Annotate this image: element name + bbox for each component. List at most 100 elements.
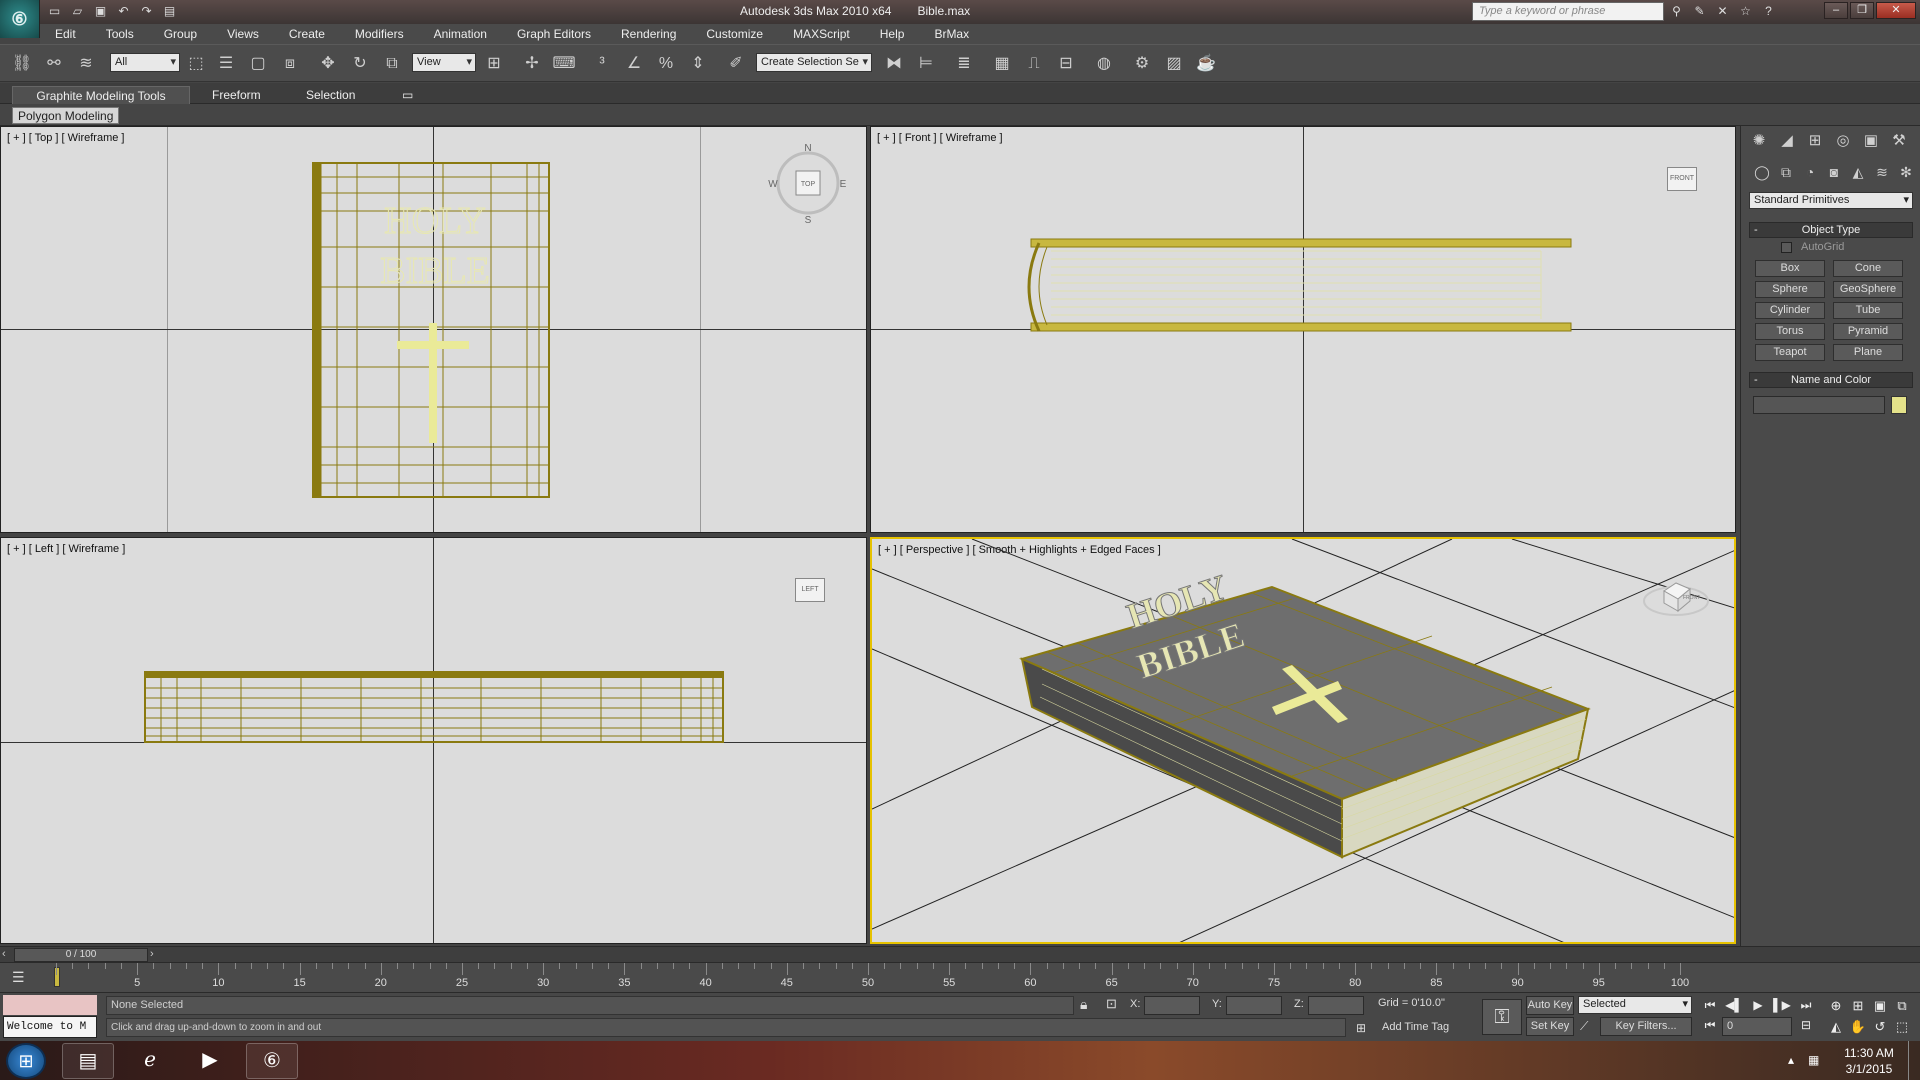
object-color-swatch[interactable] (1891, 396, 1907, 414)
torus-button[interactable]: Torus (1755, 323, 1825, 340)
select-by-name-icon[interactable]: ☰ (214, 53, 238, 75)
time-slider-thumb[interactable]: 0 / 100 (14, 948, 148, 962)
selection-filter-dropdown[interactable]: All (110, 53, 180, 72)
zoom-icon[interactable]: ⊕ (1826, 996, 1846, 1015)
zoom-all-icon[interactable]: ⊞ (1848, 996, 1868, 1015)
redo-icon[interactable]: ↷ (138, 3, 155, 20)
orbit-icon[interactable]: ↺ (1870, 1017, 1890, 1036)
subscription-icon[interactable]: ✎ (1691, 3, 1708, 20)
previous-frame-icon[interactable]: ◀▌ (1724, 997, 1744, 1014)
maxscript-mini-listener[interactable]: Welcome to M (3, 1016, 97, 1038)
default-in-out-tangents-icon[interactable]: ⟋ (1580, 1019, 1588, 1034)
reference-coordinate-dropdown[interactable]: View (412, 53, 476, 72)
object-category-dropdown[interactable]: Standard Primitives (1749, 192, 1913, 209)
menu-animation[interactable]: Animation (419, 27, 502, 41)
selection-lock-icon[interactable]: 🔒︎ (1080, 996, 1087, 1013)
3ds-max-task-icon[interactable]: ⑥ (246, 1043, 298, 1079)
absolute-mode-icon[interactable]: ⊡ (1106, 996, 1117, 1012)
favorites-star-icon[interactable]: ☆ (1737, 3, 1754, 20)
polygon-modeling-panel-button[interactable]: Polygon Modeling (12, 107, 120, 124)
geosphere-button[interactable]: GeoSphere (1833, 281, 1903, 298)
ribbon-options-icon[interactable]: ▭ (392, 86, 423, 104)
pivot-center-icon[interactable]: ⊞ (482, 53, 506, 75)
time-tag-icon[interactable]: ⊞ (1356, 1021, 1366, 1035)
named-selection-dropdown[interactable]: Create Selection Se (756, 53, 872, 72)
curve-editor-icon[interactable]: ⎍ (1022, 53, 1046, 75)
zoom-extents-all-icon[interactable]: ⧉ (1892, 996, 1912, 1015)
layer-manager-icon[interactable]: ≣ (952, 53, 976, 75)
helpers-icon[interactable]: ◭ (1847, 162, 1869, 182)
viewport-perspective[interactable]: [ + ] [ Perspective ] [ Smooth + Highlig… (870, 537, 1736, 944)
geometry-icon[interactable]: ◯ (1751, 162, 1773, 182)
select-and-rotate-icon[interactable]: ↻ (348, 53, 372, 75)
time-slider[interactable]: ‹ 0 / 100 › (0, 946, 1920, 962)
tube-button[interactable]: Tube (1833, 302, 1903, 319)
add-time-tag-button[interactable]: Add Time Tag (1382, 1021, 1449, 1033)
name-and-color-rollout[interactable]: - Name and Color (1749, 372, 1913, 388)
new-file-icon[interactable]: ▭ (46, 3, 63, 20)
sphere-button[interactable]: Sphere (1755, 281, 1825, 298)
set-key-button[interactable]: Set Key (1526, 1017, 1574, 1036)
menu-rendering[interactable]: Rendering (606, 27, 691, 41)
menu-group[interactable]: Group (149, 27, 212, 41)
object-type-rollout[interactable]: - Object Type (1749, 222, 1913, 238)
cameras-icon[interactable]: ◙ (1823, 162, 1845, 182)
maximize-viewport-icon[interactable]: ⬚ (1892, 1017, 1912, 1036)
next-frame-icon[interactable]: ▌▶ (1772, 997, 1792, 1014)
tab-graphite-modeling-tools[interactable]: Graphite Modeling Tools (12, 86, 190, 104)
system-clock[interactable]: 11:30 AM 3/1/2015 (1832, 1045, 1906, 1077)
menu-views[interactable]: Views (212, 27, 274, 41)
viewcube[interactable]: FRONT (1667, 167, 1697, 191)
start-button[interactable]: ⊞ (6, 1043, 46, 1079)
viewport-front[interactable]: [ + ] [ Front ] [ Wireframe ] FRONT (870, 126, 1736, 533)
maxscript-listener-field[interactable] (3, 995, 97, 1015)
select-and-link-icon[interactable]: ⛓ (10, 53, 34, 75)
align-icon[interactable]: ⊨ (914, 53, 938, 75)
undo-icon[interactable]: ↶ (115, 3, 132, 20)
shapes-icon[interactable]: ⧉ (1775, 162, 1797, 182)
viewcube[interactable]: FRONT (1636, 569, 1716, 629)
go-to-end-icon[interactable]: ⏭ (1796, 997, 1816, 1014)
angle-snap-icon[interactable]: ∠ (622, 53, 646, 75)
viewport-left[interactable]: [ + ] [ Left ] [ Wireframe ] LEFT (0, 537, 867, 944)
menu-help[interactable]: Help (865, 27, 920, 41)
cylinder-button[interactable]: Cylinder (1755, 302, 1825, 319)
media-player-icon[interactable]: ▶ (184, 1043, 236, 1079)
systems-icon[interactable]: ✻ (1895, 162, 1917, 182)
slider-next-icon[interactable]: › (150, 948, 154, 960)
communication-icon[interactable]: ✕ (1714, 3, 1731, 20)
mirror-icon[interactable]: ⧓ (882, 53, 906, 75)
help-search-input[interactable]: Type a keyword or phrase (1472, 2, 1664, 21)
viewcube-compass[interactable]: N E S W TOP (763, 143, 853, 227)
show-hidden-icons-icon[interactable]: ▴ (1788, 1053, 1794, 1067)
keyboard-shortcut-override-icon[interactable]: ⌨ (552, 53, 576, 75)
spinner-snap-icon[interactable]: ⇕ (686, 53, 710, 75)
render-setup-icon[interactable]: ⚙ (1130, 53, 1154, 75)
menu-modifiers[interactable]: Modifiers (340, 27, 419, 41)
menu-customize[interactable]: Customize (691, 27, 778, 41)
key-mode-toggle-icon[interactable]: ⏮ (1700, 1017, 1720, 1034)
file-explorer-icon[interactable]: ▤ (62, 1043, 114, 1079)
open-file-icon[interactable]: ▱ (69, 3, 86, 20)
object-name-input[interactable] (1753, 396, 1885, 414)
field-of-view-icon[interactable]: ◭ (1826, 1017, 1846, 1036)
select-and-scale-icon[interactable]: ⧉ (380, 53, 404, 75)
internet-explorer-icon[interactable]: ℯ (124, 1043, 176, 1079)
autogrid-checkbox[interactable] (1781, 242, 1792, 253)
edit-named-selection-icon[interactable]: ✐ (724, 53, 748, 75)
binoculars-icon[interactable]: ⚲ (1668, 3, 1685, 20)
key-mode-dropdown[interactable]: Selected (1578, 996, 1692, 1014)
rectangular-selection-icon[interactable]: ▢ (246, 53, 270, 75)
unlink-icon[interactable]: ⚯ (42, 53, 66, 75)
graphite-toggle-icon[interactable]: ▦ (990, 53, 1014, 75)
x-coord-field[interactable] (1144, 996, 1200, 1015)
show-desktop-button[interactable] (1908, 1041, 1920, 1080)
motion-tab-icon[interactable]: ◎ (1831, 130, 1855, 152)
menu-graph-editors[interactable]: Graph Editors (502, 27, 606, 41)
box-button[interactable]: Box (1755, 260, 1825, 277)
create-tab-icon[interactable]: ✺ (1747, 130, 1771, 152)
z-coord-field[interactable] (1308, 996, 1364, 1015)
minimize-button[interactable]: – (1824, 2, 1848, 19)
material-editor-icon[interactable]: ◍ (1092, 53, 1116, 75)
snaps-toggle-icon[interactable]: ³ (590, 53, 614, 75)
